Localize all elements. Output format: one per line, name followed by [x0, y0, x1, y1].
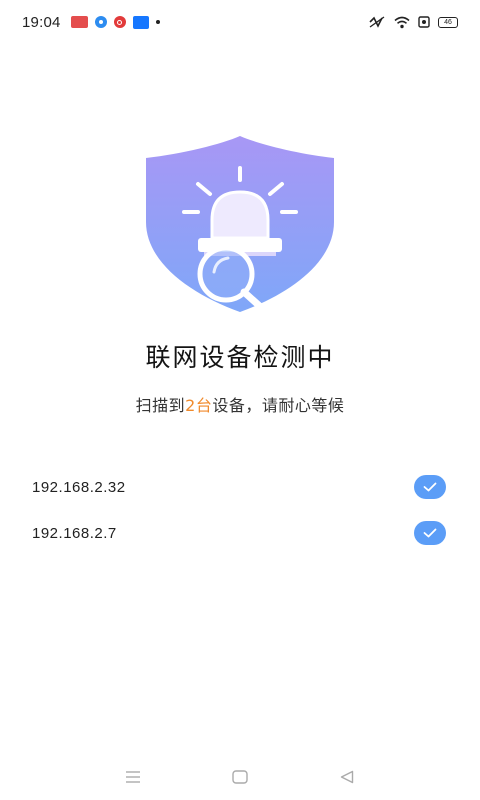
- more-notifications-icon: [155, 20, 160, 24]
- device-ip: 192.168.2.32: [32, 478, 126, 496]
- check-icon: [414, 475, 446, 499]
- back-icon: [340, 770, 353, 784]
- device-ip: 192.168.2.7: [32, 524, 117, 542]
- menu-button[interactable]: [113, 757, 153, 797]
- system-nav-bar: [0, 754, 480, 800]
- status-right: 46: [368, 15, 458, 29]
- screen-record-icon: [418, 16, 430, 28]
- scan-status-text: 扫描到2台设备，请耐心等候: [0, 392, 480, 416]
- check-icon: [414, 521, 446, 545]
- device-row[interactable]: 192.168.2.7: [32, 510, 446, 556]
- battery-icon: 46: [438, 16, 458, 28]
- nfc-icon: [369, 16, 385, 28]
- shield-app-icon: [113, 16, 126, 28]
- subtitle-suffix: 设备，请耐心等候: [212, 396, 345, 415]
- back-button[interactable]: [327, 757, 367, 797]
- wifi-icon: [394, 16, 410, 28]
- device-list: 192.168.2.32 192.168.2.7: [32, 464, 446, 556]
- device-count: 2台: [185, 396, 213, 415]
- browser-app-icon: [94, 16, 107, 28]
- home-button[interactable]: [220, 757, 260, 797]
- menu-icon: [126, 771, 141, 783]
- status-time: 19:04: [22, 13, 61, 31]
- page-title: 联网设备检测中: [145, 343, 335, 372]
- device-row[interactable]: 192.168.2.32: [32, 464, 446, 510]
- shield-alarm-illustration: [146, 136, 334, 314]
- subtitle-prefix: 扫描到: [135, 396, 186, 415]
- status-bar: 19:04 46: [0, 0, 480, 44]
- news-app-icon: [70, 16, 88, 28]
- store-app-icon: [132, 15, 149, 29]
- home-icon: [232, 770, 248, 784]
